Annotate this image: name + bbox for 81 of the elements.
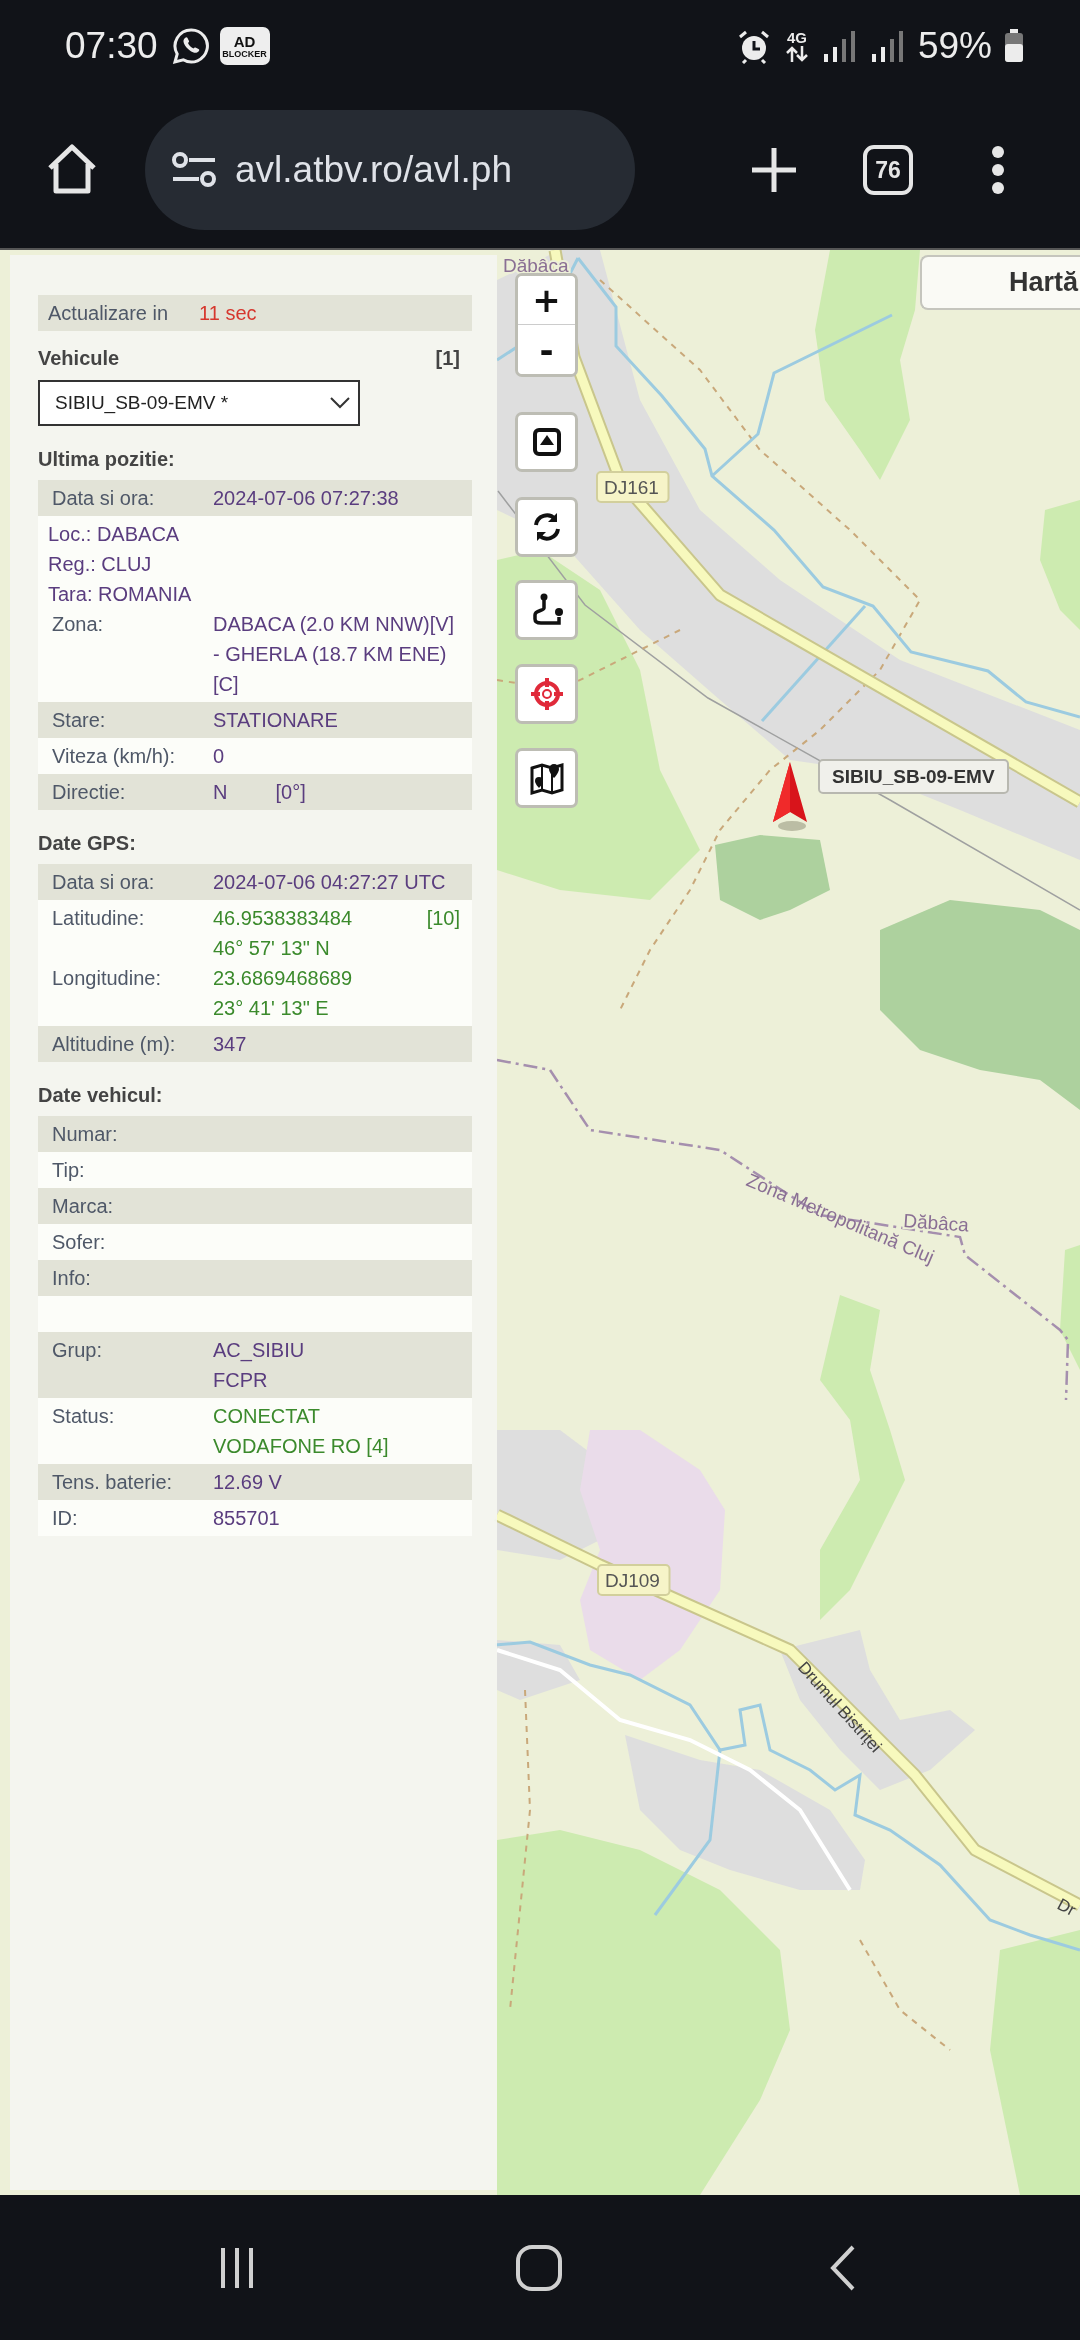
crosshair-icon: [528, 676, 565, 712]
field-value: 0: [213, 744, 225, 769]
field-value: 46.9538383484: [213, 906, 353, 931]
badge-text: AD: [233, 33, 256, 49]
vehicle-dropdown[interactable]: SIBIU_SB-09-EMV *: [38, 380, 360, 426]
field-label: Marca:: [52, 1194, 115, 1219]
field-label: Tip:: [52, 1158, 86, 1183]
signal-icon: [821, 28, 858, 64]
field-note: [10]: [426, 906, 460, 931]
field-value: STATIONARE: [213, 708, 338, 733]
new-tab-icon[interactable]: [750, 146, 798, 194]
map-tool-button[interactable]: [515, 748, 578, 808]
field-label: Tens. baterie:: [52, 1470, 174, 1495]
field-value: 12.69 V: [213, 1470, 282, 1495]
countdown-value: 11 sec: [199, 301, 257, 325]
clock-time: 07:30: [65, 25, 158, 67]
battery-percentage: 59%: [917, 25, 992, 67]
field-value: DABACA (2.0 KM NNW)[V]: [213, 612, 455, 637]
road-number-label: DJ161: [596, 471, 670, 503]
field-label: Sofer:: [52, 1230, 107, 1255]
street-label: Dr: [1054, 1894, 1079, 1920]
field-value: N: [213, 780, 228, 805]
field-value: - GHERLA (18.7 KM ENE): [213, 642, 447, 667]
field-label: Status:: [52, 1404, 116, 1429]
map-tool-button[interactable]: [515, 580, 578, 640]
network-type-label: 4G: [786, 29, 807, 45]
field-label: Directie:: [52, 780, 127, 805]
section-title: Date GPS:: [38, 831, 137, 856]
home-button-icon[interactable]: [515, 2243, 563, 2292]
battery-icon: [1004, 29, 1024, 63]
field-value: CONECTAT: [213, 1404, 321, 1429]
field-label: ID:: [52, 1506, 79, 1531]
field-label: Longitudine:: [52, 966, 162, 991]
badge-text: BLOCKER: [222, 48, 267, 59]
field-value: [C]: [213, 672, 239, 697]
signal-icon: [869, 28, 906, 64]
field-label: Grup:: [52, 1338, 104, 1363]
field-label: Data si ora:: [52, 486, 156, 511]
section-title: Vehicule: [38, 346, 120, 371]
field-value: 46° 57' 13" N: [213, 936, 330, 961]
map-icon: [528, 760, 565, 796]
vehicle-label: SIBIU_SB-09-EMV: [818, 759, 1009, 794]
road-number-label: DJ109: [597, 1564, 671, 1596]
site-settings-icon: [171, 152, 217, 188]
field-label: Info:: [52, 1266, 92, 1291]
place-label: Dăbâca: [902, 1210, 970, 1236]
field-value: 23.6869468689: [213, 966, 353, 991]
back-icon[interactable]: [829, 2243, 857, 2292]
vehicle-count: [1]: [435, 346, 460, 371]
section-title: Date vehicul:: [38, 1083, 164, 1108]
location-line: Loc.: DABACA: [47, 522, 181, 547]
refresh-label: Actualizare in: [48, 301, 169, 325]
menu-icon[interactable]: [991, 145, 1005, 195]
field-label: Data si ora:: [52, 870, 156, 895]
field-label: Latitudine:: [52, 906, 146, 931]
field-label: Viteza (km/h):: [52, 744, 176, 769]
field-value: AC_SIBIU: [213, 1338, 305, 1364]
field-label: Altitudine (m):: [52, 1032, 177, 1057]
map-tool-button[interactable]: [515, 412, 578, 472]
field-value: 347: [213, 1032, 247, 1057]
field-label: Stare:: [52, 708, 107, 733]
map-tool-button[interactable]: [515, 497, 578, 557]
field-value: FCPR: [213, 1368, 268, 1393]
address-field[interactable]: avl.atbv.ro/avl.ph: [145, 110, 635, 230]
chat-bubble-icon: [171, 27, 210, 65]
field-value: VODAFONE RO [4]: [213, 1434, 389, 1459]
tab-switcher-button[interactable]: 76: [863, 145, 913, 195]
recent-apps-icon[interactable]: [219, 2245, 255, 2290]
field-note: [0°]: [275, 780, 306, 805]
section-title: Ultima pozitie:: [38, 447, 176, 472]
field-value: 2024-07-06 04:27:27 UTC: [213, 870, 446, 895]
chevron-down-icon: [330, 397, 350, 409]
zoom-in-button[interactable]: +: [518, 276, 575, 325]
field-value: 2024-07-06 07:27:38: [213, 486, 399, 511]
location-line: Reg.: CLUJ: [47, 552, 153, 577]
map-layer-button[interactable]: Hartă: [920, 255, 1080, 310]
field-label: Numar:: [52, 1122, 119, 1147]
field-value: 23° 41' 13" E: [213, 996, 329, 1021]
location-line: Tara: ROMANIA: [47, 582, 193, 607]
field-label: Zona:: [52, 612, 105, 637]
field-value: 855701: [213, 1506, 280, 1531]
